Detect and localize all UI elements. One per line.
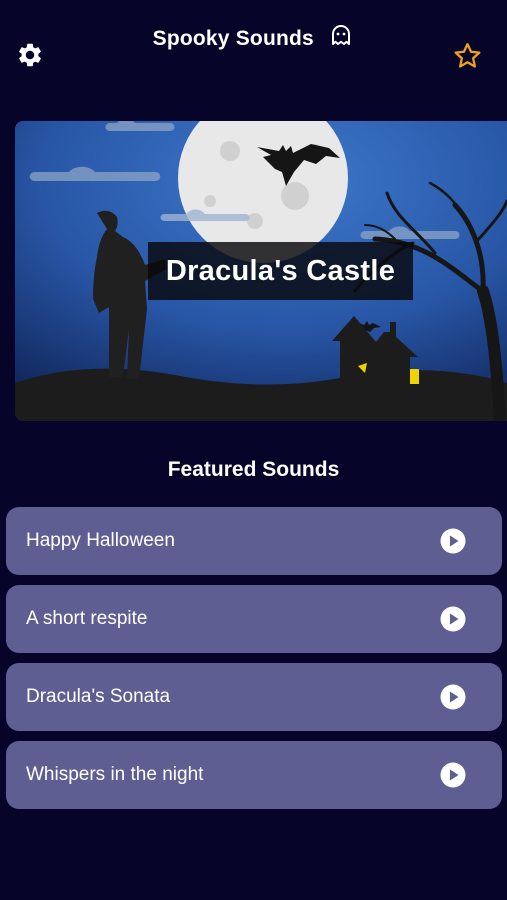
play-icon[interactable]: [440, 528, 466, 554]
sound-item-happy-halloween[interactable]: Happy Halloween: [6, 507, 502, 575]
star-icon[interactable]: [452, 41, 483, 71]
title-group: Spooky Sounds: [0, 25, 507, 52]
hero-title: Dracula's Castle: [148, 242, 413, 300]
play-icon[interactable]: [440, 606, 466, 632]
sound-item-label: Whispers in the night: [26, 764, 204, 785]
featured-sounds-list: Happy Halloween A short respite Dracula'…: [6, 507, 502, 819]
sound-item-label: Dracula's Sonata: [26, 686, 171, 707]
top-bar: Spooky Sounds: [0, 0, 507, 95]
featured-hero-card[interactable]: Dracula's Castle: [15, 121, 507, 421]
featured-sounds-heading: Featured Sounds: [167, 458, 340, 481]
sound-item-label: Happy Halloween: [26, 530, 175, 551]
play-icon[interactable]: [440, 762, 466, 788]
app-title: Spooky Sounds: [152, 27, 314, 50]
sound-item-a-short-respite[interactable]: A short respite: [6, 585, 502, 653]
ghost-icon: [332, 25, 351, 45]
play-icon[interactable]: [440, 684, 466, 710]
sound-item-label: A short respite: [26, 608, 148, 629]
sound-item-draculas-sonata[interactable]: Dracula's Sonata: [6, 663, 502, 731]
sound-item-whispers-in-the-night[interactable]: Whispers in the night: [6, 741, 502, 809]
